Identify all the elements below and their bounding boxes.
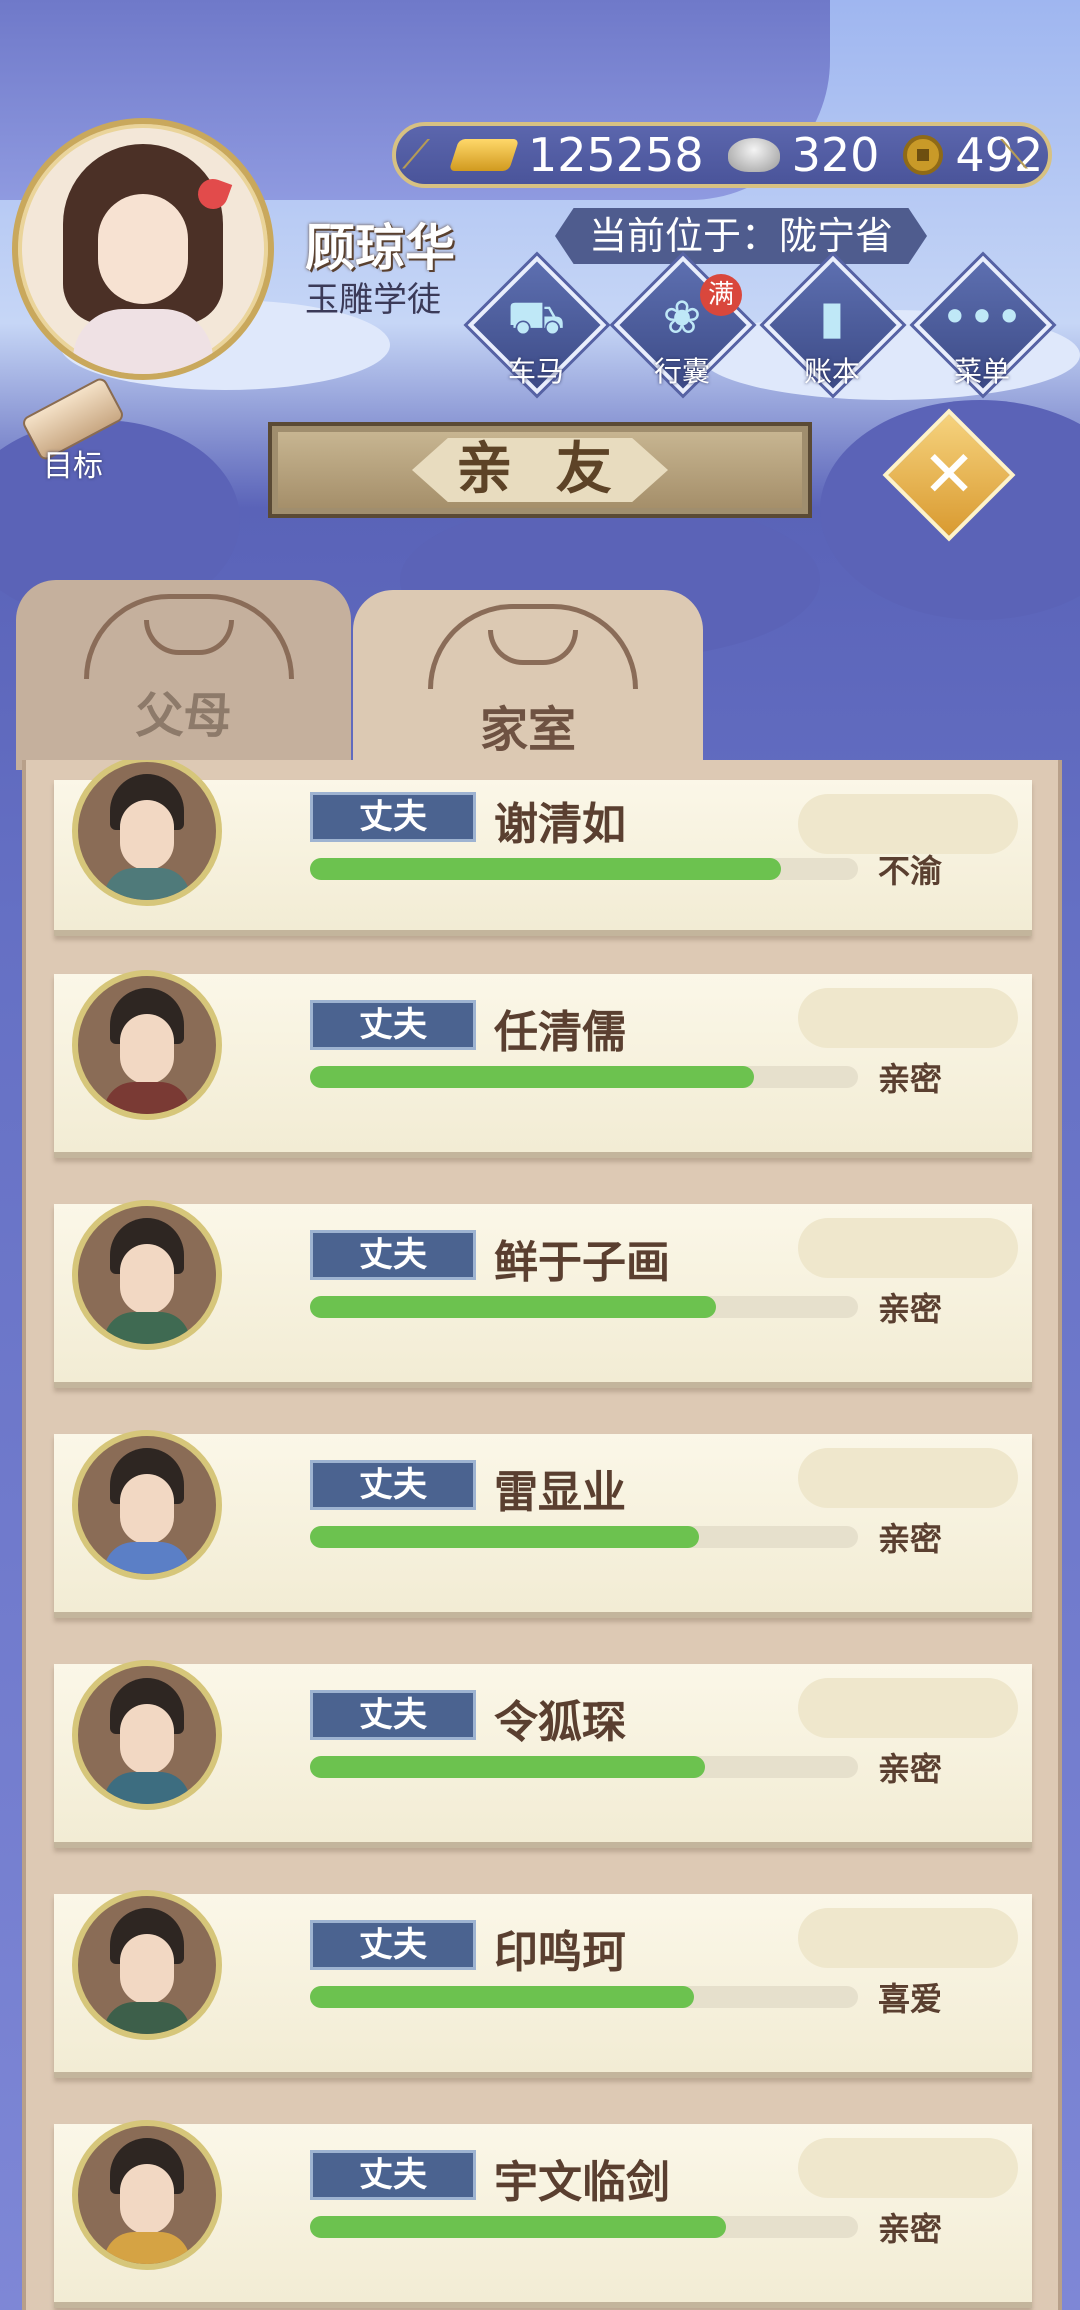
goal-button[interactable]: 目标 xyxy=(18,375,128,484)
relative-role: 丈夫 xyxy=(310,1460,476,1510)
relative-role: 丈夫 xyxy=(310,1920,476,1970)
relative-role: 丈夫 xyxy=(310,1230,476,1280)
goal-label: 目标 xyxy=(43,449,103,484)
affinity-bar xyxy=(310,1526,858,1548)
tab-label: 父母 xyxy=(135,688,232,744)
player-avatar[interactable] xyxy=(12,118,274,380)
relative-row[interactable]: 丈夫 宇文临剑 亲密 xyxy=(54,2120,1032,2308)
menu-label: 行囊 xyxy=(653,355,710,388)
location-label: 当前位于：陇宁省 xyxy=(555,208,928,264)
menu-label: 菜单 xyxy=(953,355,1010,388)
relative-row[interactable]: 丈夫 令狐琛 亲密 xyxy=(54,1660,1032,1848)
affinity-bar xyxy=(310,858,858,880)
affinity-bar xyxy=(310,2216,858,2238)
menu-carriage-button[interactable]: ⛟ 车马 xyxy=(467,255,607,395)
relative-name: 宇文临剑 xyxy=(494,2157,670,2208)
relative-row[interactable]: 丈夫 印鸣珂 喜爱 xyxy=(54,1890,1032,2078)
window-title-banner: 亲 友 xyxy=(268,422,812,518)
relative-avatar xyxy=(72,1200,222,1350)
bag-full-badge: 满 xyxy=(700,274,742,316)
player-name: 顾琼华 xyxy=(305,219,455,277)
affinity-bar xyxy=(310,1756,858,1778)
close-icon: ✕ xyxy=(922,438,976,512)
relative-row[interactable]: 丈夫 鲜于子画 亲密 xyxy=(54,1200,1032,1388)
relative-name: 谢清如 xyxy=(494,799,626,850)
affinity-bar xyxy=(310,1986,858,2008)
menu-label: 账本 xyxy=(803,355,860,388)
relative-role: 丈夫 xyxy=(310,792,476,842)
tab-label: 家室 xyxy=(479,702,576,758)
relative-avatar xyxy=(72,760,222,906)
relative-name: 令狐琛 xyxy=(494,1697,626,1748)
relative-role: 丈夫 xyxy=(310,1690,476,1740)
relative-row[interactable]: 丈夫 谢清如 不渝 xyxy=(54,760,1032,936)
relatives-list[interactable]: 丈夫 谢清如 不渝 丈夫 任清儒 亲密 丈夫 鲜于子画 亲密 丈夫 雷显业 亲密… xyxy=(22,760,1062,2310)
gold-amount: 125258 xyxy=(528,128,704,182)
relative-avatar xyxy=(72,2120,222,2270)
relative-role: 丈夫 xyxy=(310,1000,476,1050)
ledger-icon: ▮ xyxy=(819,290,845,344)
relative-name: 任清儒 xyxy=(494,1007,626,1058)
relative-name: 雷显业 xyxy=(494,1467,626,1518)
relative-status: 不渝 xyxy=(878,852,943,890)
relative-name: 印鸣珂 xyxy=(494,1927,626,1978)
menu-more-button[interactable]: ••• 菜单 xyxy=(913,255,1053,395)
coin-icon xyxy=(903,135,944,175)
relative-avatar xyxy=(72,1430,222,1580)
relative-row[interactable]: 丈夫 雷显业 亲密 xyxy=(54,1430,1032,1618)
bamboo-icon: ⟍ xyxy=(1000,132,1028,178)
relative-avatar xyxy=(72,1660,222,1810)
affinity-bar xyxy=(310,1296,858,1318)
silver-amount: 320 xyxy=(791,128,880,182)
menu-label: 车马 xyxy=(507,355,564,388)
relative-avatar xyxy=(72,970,222,1120)
relative-role: 丈夫 xyxy=(310,2150,476,2200)
relative-status: 喜爱 xyxy=(878,1980,943,2018)
relative-status: 亲密 xyxy=(878,1060,943,1098)
relative-status: 亲密 xyxy=(878,1290,943,1328)
menu-ledger-button[interactable]: ▮ 账本 xyxy=(763,255,903,395)
relative-status: 亲密 xyxy=(878,1520,943,1558)
gold-ingot-icon xyxy=(448,139,520,171)
more-icon: ••• xyxy=(941,290,1023,344)
window-title: 亲 友 xyxy=(412,438,668,502)
player-title: 玉雕学徒 xyxy=(305,280,441,320)
relative-avatar xyxy=(72,1890,222,2040)
relative-name: 鲜于子画 xyxy=(494,1237,670,1288)
currency-bar: ⟋ 125258 320 492 ⟍ xyxy=(392,122,1052,188)
silver-ingot-icon xyxy=(727,138,780,172)
relative-status: 亲密 xyxy=(878,2210,943,2248)
game-screen: { "player": {"name": "顾琼华", "title": "玉雕… xyxy=(0,0,1080,2310)
carriage-icon: ⛟ xyxy=(507,290,565,344)
tab-spouse[interactable]: 家室 xyxy=(353,590,703,780)
tab-parents[interactable]: 父母 xyxy=(16,580,351,770)
affinity-bar xyxy=(310,1066,858,1088)
relative-row[interactable]: 丈夫 任清儒 亲密 xyxy=(54,970,1032,1158)
relative-status: 亲密 xyxy=(878,1750,943,1788)
bamboo-icon: ⟋ xyxy=(402,132,430,178)
